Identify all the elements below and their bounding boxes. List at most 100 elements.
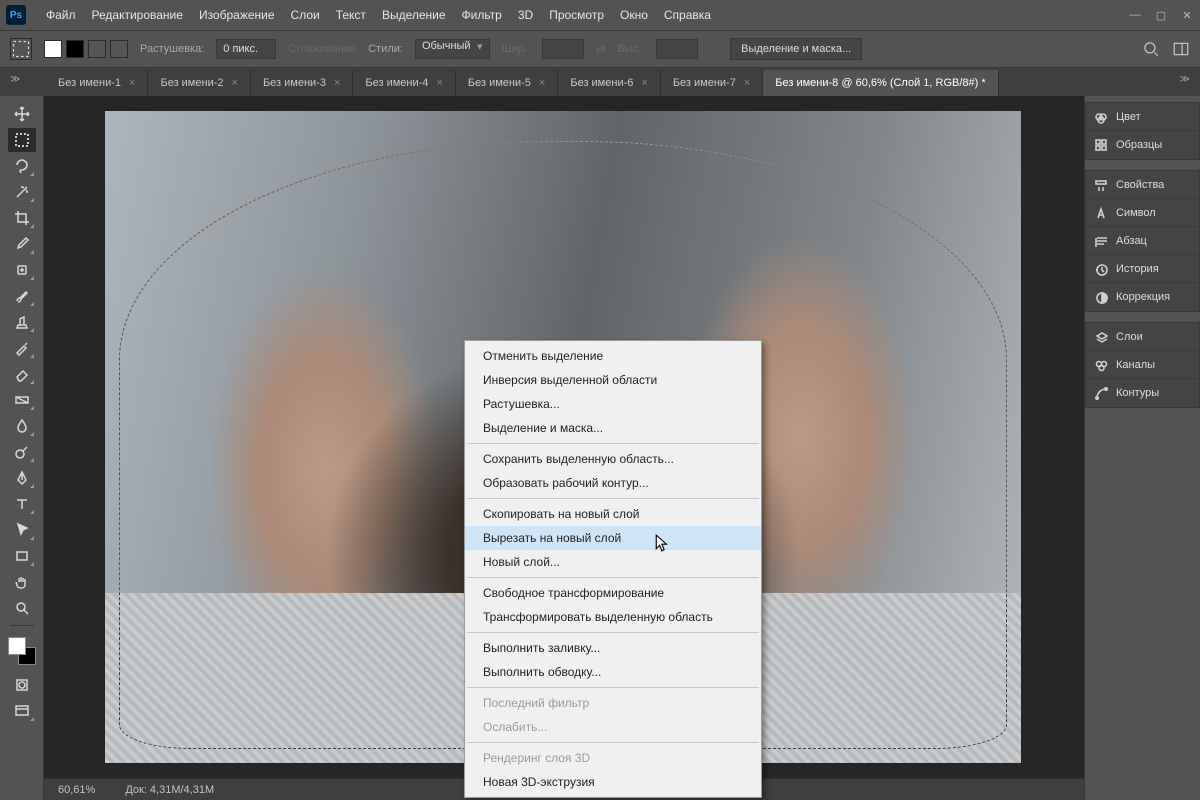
- tab-close-icon[interactable]: ×: [436, 77, 442, 89]
- tab-label: Без имени-7: [673, 77, 736, 89]
- minimize-button[interactable]: —: [1122, 5, 1148, 25]
- context-item: Рендеринг слоя 3D: [465, 746, 761, 770]
- menu-слои[interactable]: Слои: [283, 2, 328, 28]
- context-item[interactable]: Отменить выделение: [465, 344, 761, 368]
- panel-образцы[interactable]: Образцы: [1086, 131, 1199, 159]
- context-item[interactable]: Скопировать на новый слой: [465, 502, 761, 526]
- doc-size-status[interactable]: Док: 4,31M/4,31M: [125, 784, 214, 796]
- panel-абзац[interactable]: Абзац: [1086, 227, 1199, 255]
- menu-выделение[interactable]: Выделение: [374, 2, 454, 28]
- tab-close-icon[interactable]: ×: [232, 77, 238, 89]
- tabs-scroll-left-icon[interactable]: ≫: [10, 74, 20, 85]
- tab-7[interactable]: Без имени-7 ×: [661, 70, 763, 96]
- context-item[interactable]: Трансформировать выделенную область: [465, 605, 761, 629]
- quick-mask-tool[interactable]: [8, 673, 36, 697]
- search-icon[interactable]: [1142, 40, 1160, 58]
- context-item[interactable]: Растушевка...: [465, 392, 761, 416]
- dodge-tool[interactable]: [8, 440, 36, 464]
- menu-изображение[interactable]: Изображение: [191, 2, 283, 28]
- context-item[interactable]: Образовать рабочий контур...: [465, 471, 761, 495]
- hand-tool[interactable]: [8, 570, 36, 594]
- tab-close-icon[interactable]: ×: [744, 77, 750, 89]
- tab-label: Без имени-5: [468, 77, 531, 89]
- options-tool-icon[interactable]: [10, 38, 32, 60]
- panel-символ[interactable]: Символ: [1086, 199, 1199, 227]
- close-button[interactable]: ✕: [1174, 5, 1200, 25]
- context-item[interactable]: Новая 3D-экструзия: [465, 770, 761, 794]
- panel-icon: [1094, 178, 1108, 192]
- context-separator: [467, 687, 759, 688]
- context-item[interactable]: Выполнить обводку...: [465, 660, 761, 684]
- menu-текст[interactable]: Текст: [328, 2, 374, 28]
- style-label: Стили:: [368, 43, 403, 55]
- tab-6[interactable]: Без имени-6×: [558, 70, 660, 96]
- maximize-button[interactable]: ▢: [1148, 5, 1174, 25]
- selection-mode-icons[interactable]: [44, 40, 128, 58]
- menu-файл[interactable]: Файл: [38, 2, 84, 28]
- panel-слои[interactable]: Слои: [1086, 323, 1199, 351]
- menu-фильтр[interactable]: Фильтр: [454, 2, 510, 28]
- window-controls: — ▢ ✕: [1122, 5, 1200, 25]
- lasso-tool[interactable]: [8, 154, 36, 178]
- move-tool[interactable]: [8, 102, 36, 126]
- crop-tool[interactable]: [8, 206, 36, 230]
- screen-mode-tool[interactable]: [8, 699, 36, 723]
- context-item[interactable]: Новый слой...: [465, 550, 761, 574]
- panel-label: Абзац: [1116, 235, 1147, 247]
- zoom-status[interactable]: 60,61%: [58, 784, 95, 796]
- menu-редактирование[interactable]: Редактирование: [84, 2, 191, 28]
- style-select[interactable]: Обычный: [415, 39, 490, 59]
- panel-цвет[interactable]: Цвет: [1086, 103, 1199, 131]
- tab-2[interactable]: Без имени-2×: [148, 70, 250, 96]
- tab-3[interactable]: Без имени-3×: [251, 70, 353, 96]
- rectangle-tool[interactable]: [8, 544, 36, 568]
- eraser-tool[interactable]: [8, 362, 36, 386]
- tab-close-icon[interactable]: ×: [334, 77, 340, 89]
- healing-brush-tool[interactable]: [8, 258, 36, 282]
- tab-5[interactable]: Без имени-5 ×: [456, 70, 558, 96]
- type-tool[interactable]: [8, 492, 36, 516]
- menu-окно[interactable]: Окно: [612, 2, 656, 28]
- path-selection-tool[interactable]: [8, 518, 36, 542]
- zoom-tool[interactable]: [8, 596, 36, 620]
- panel-icon: [1094, 386, 1108, 400]
- marquee-tool[interactable]: [8, 128, 36, 152]
- menu-просмотр[interactable]: Просмотр: [541, 2, 612, 28]
- color-swatches[interactable]: [8, 637, 36, 665]
- panel-каналы[interactable]: Каналы: [1086, 351, 1199, 379]
- blur-tool[interactable]: [8, 414, 36, 438]
- tabs-scroll-right-icon[interactable]: ≫: [1180, 74, 1190, 85]
- history-brush-tool[interactable]: [8, 336, 36, 360]
- panel-коррекция[interactable]: Коррекция: [1086, 283, 1199, 311]
- eyedropper-tool[interactable]: [8, 232, 36, 256]
- workspace-switcher-icon[interactable]: [1172, 40, 1190, 58]
- brush-tool[interactable]: [8, 284, 36, 308]
- context-item[interactable]: Инверсия выделенной области: [465, 368, 761, 392]
- menu-3d[interactable]: 3D: [510, 2, 541, 28]
- menu-справка[interactable]: Справка: [656, 2, 719, 28]
- feather-input[interactable]: [216, 39, 276, 59]
- context-item[interactable]: Сохранить выделенную область...: [465, 447, 761, 471]
- context-item[interactable]: Вырезать на новый слой: [465, 526, 761, 550]
- tab-active[interactable]: Без имени-8 @ 60,6% (Слой 1, RGB/8#) *: [763, 70, 998, 96]
- tab-close-icon[interactable]: ×: [539, 77, 545, 89]
- document-tabs: ≫ Без имени-1×Без имени-2×Без имени-3×Бе…: [0, 68, 1200, 96]
- tab-close-icon[interactable]: ×: [641, 77, 647, 89]
- context-item[interactable]: Свободное трансформирование: [465, 581, 761, 605]
- tab-1[interactable]: Без имени-1×: [46, 70, 148, 96]
- context-item: Последний фильтр: [465, 691, 761, 715]
- clone-stamp-tool[interactable]: [8, 310, 36, 334]
- magic-wand-tool[interactable]: [8, 180, 36, 204]
- panel-label: История: [1116, 263, 1159, 275]
- tab-close-icon[interactable]: ×: [129, 77, 135, 89]
- gradient-tool[interactable]: [8, 388, 36, 412]
- context-item[interactable]: Выполнить заливку...: [465, 636, 761, 660]
- select-and-mask-button[interactable]: Выделение и маска...: [730, 38, 862, 60]
- context-item[interactable]: Выделение и маска...: [465, 416, 761, 440]
- pen-tool[interactable]: [8, 466, 36, 490]
- panel-icon: [1094, 234, 1108, 248]
- tab-4[interactable]: Без имени-4×: [353, 70, 455, 96]
- panel-контуры[interactable]: Контуры: [1086, 379, 1199, 407]
- panel-история[interactable]: История: [1086, 255, 1199, 283]
- panel-свойства[interactable]: Свойства: [1086, 171, 1199, 199]
